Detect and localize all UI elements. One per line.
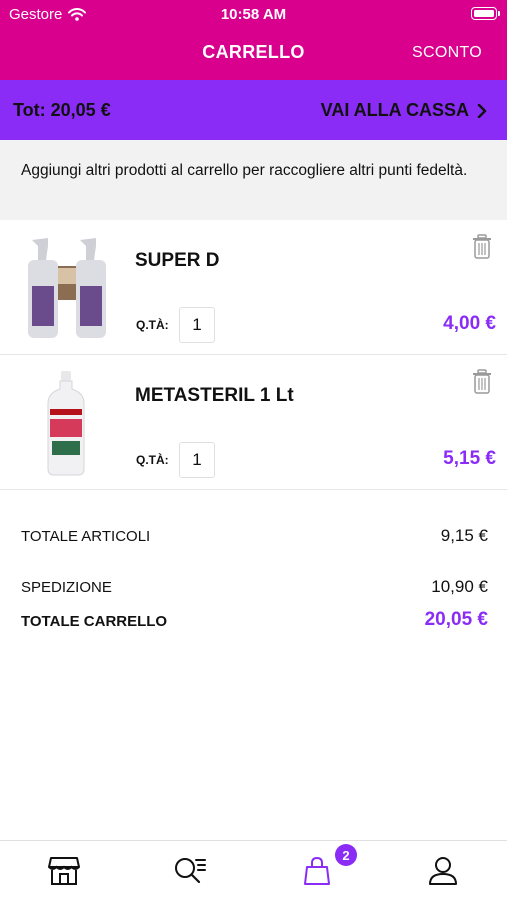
cart-bag-icon [304, 856, 330, 885]
product-name: METASTERIL 1 Lt [135, 385, 294, 406]
store-icon [48, 857, 80, 885]
loyalty-notice: Aggiungi altri prodotti al carrello per … [0, 140, 507, 220]
clock: 10:58 AM [220, 6, 287, 23]
articles-total-row: TOTALE ARTICOLI 9,15 € [21, 526, 488, 545]
cart-item: METASTERIL 1 Lt Q.TÀ: 1 5,15 € [0, 355, 507, 490]
tab-cart[interactable] [297, 853, 337, 889]
cart-total-row: TOTALE CARRELLO 20,05 € [21, 609, 488, 630]
chevron-right-icon [477, 103, 487, 118]
shipping-label: SPEDIZIONE [21, 579, 112, 596]
trash-icon[interactable] [471, 234, 493, 260]
tab-profile[interactable] [423, 853, 463, 889]
tab-search[interactable] [170, 853, 210, 889]
product-image-super-d [28, 238, 106, 338]
trash-icon[interactable] [471, 369, 493, 395]
go-to-checkout-button[interactable]: VAI ALLA CASSA [321, 100, 487, 121]
quantity-label: Q.TÀ: [136, 453, 169, 467]
cart-count-badge: 2 [335, 844, 357, 866]
shipping-value: 10,90 € [431, 577, 488, 596]
top-bar: Gestore 10:58 AM CARRELLO SCONTO [0, 0, 507, 80]
quantity-label: Q.TÀ: [136, 318, 169, 332]
cart-total-label: TOTALE CARRELLO [21, 613, 168, 630]
checkout-total: Tot: 20,05 € [13, 100, 111, 120]
articles-total-value: 9,15 € [440, 526, 488, 545]
item-price: 5,15 € [443, 448, 496, 469]
tab-bar: 2 [0, 840, 507, 900]
product-image-metasteril [47, 371, 85, 476]
tab-store[interactable] [44, 853, 84, 889]
articles-total-label: TOTALE ARTICOLI [21, 528, 151, 545]
item-price: 4,00 € [443, 313, 496, 334]
cart-item: SUPER D Q.TÀ: 1 4,00 € [0, 220, 507, 355]
quantity-field[interactable]: 1 [179, 307, 215, 343]
discount-button[interactable]: SCONTO [412, 44, 482, 62]
product-name: SUPER D [135, 250, 220, 271]
shipping-row: SPEDIZIONE 10,90 € [21, 577, 488, 596]
quantity-field[interactable]: 1 [179, 442, 215, 478]
status-bar: Gestore 10:58 AM [0, 0, 507, 28]
cart-total-value: 20,05 € [424, 609, 488, 630]
go-to-checkout-label: VAI ALLA CASSA [320, 100, 469, 120]
user-icon [429, 857, 457, 885]
battery-icon [471, 7, 500, 20]
checkout-bar[interactable]: Tot: 20,05 € VAI ALLA CASSA [0, 80, 507, 140]
search-list-icon [175, 858, 206, 884]
